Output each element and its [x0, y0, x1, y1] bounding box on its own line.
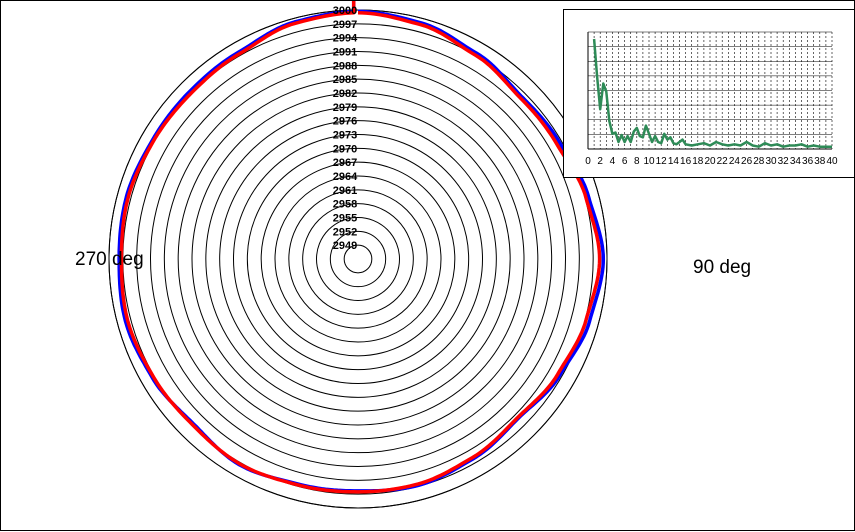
- ring-label-2997: 2997: [333, 19, 357, 31]
- ring-2982: [191, 92, 525, 426]
- radial-tick-labels: 3000 2997 2994 29912988 2985 2982 2979 2976 2973…: [333, 5, 358, 252]
- inset-x-tick-4: 4: [610, 156, 616, 167]
- ring-2991: [150, 51, 566, 467]
- ring-label-2991: 2991: [333, 47, 357, 59]
- ring-2994: [136, 37, 580, 481]
- ring-label-2973: 2973: [333, 130, 357, 142]
- inset-x-tick-32: 32: [778, 156, 790, 167]
- ring-label-2982: 2982: [333, 88, 357, 100]
- ring-label-2976: 2976: [333, 116, 357, 128]
- inset-x-tick-22: 22: [717, 156, 729, 167]
- inset-x-tick-14: 14: [668, 156, 680, 167]
- angle-label-90: 90 deg: [693, 257, 752, 278]
- inset-x-tick-2: 2: [597, 156, 603, 167]
- chart-stage: 3000 2997 2994 2991 2988 2985 2982 2979 2976 2973…: [0, 0, 855, 531]
- ring-2973: [233, 134, 483, 384]
- ring-label-2958: 2958: [333, 199, 357, 211]
- inset-x-tick-labels: 0 2 4 6 8 10 12 14 16 18 20 22 24 26 28 30 32 34 36 38 40: [585, 156, 838, 167]
- ring-2955: [316, 217, 400, 301]
- inset-grid: [587, 31, 833, 150]
- ring-label-2979: 2979: [333, 102, 357, 114]
- ring-2967: [260, 161, 456, 357]
- inset-line-chart: 0 2 4 6 8 10 12 14 16 18 20 22 24 26 28 30 32 34 36 38 40: [585, 31, 838, 167]
- ring-2988: [163, 64, 553, 454]
- ring-label-2955: 2955: [333, 213, 357, 225]
- ring-label-2985: 2985: [333, 74, 357, 86]
- inset-x-tick-36: 36: [802, 156, 814, 167]
- inset-x-tick-24: 24: [729, 156, 741, 167]
- inset-x-tick-30: 30: [765, 156, 777, 167]
- ring-2958: [302, 203, 414, 315]
- inset-x-tick-10: 10: [643, 156, 655, 167]
- inset-x-tick-0: 0: [585, 156, 591, 167]
- ring-label-3000: 3000: [333, 5, 357, 17]
- inset-x-tick-6: 6: [622, 156, 628, 167]
- ring-label-2949: 2949: [333, 240, 357, 252]
- inset-series-1: [592, 38, 832, 148]
- ring-label-2994: 2994: [333, 33, 358, 45]
- inset-x-tick-16: 16: [680, 156, 692, 167]
- ring-label-2970: 2970: [333, 143, 357, 155]
- inset-x-tick-20: 20: [704, 156, 716, 167]
- ring-label-2964: 2964: [333, 171, 358, 183]
- ring-2985: [177, 78, 539, 440]
- angle-label-270: 270 deg: [75, 249, 144, 270]
- ring-label-2988: 2988: [333, 60, 357, 72]
- ring-2970: [246, 147, 470, 371]
- inset-x-tick-18: 18: [692, 156, 704, 167]
- inset-x-tick-8: 8: [634, 156, 640, 167]
- inset-x-tick-26: 26: [741, 156, 753, 167]
- ring-label-2961: 2961: [333, 185, 357, 197]
- inset-x-tick-40: 40: [826, 156, 838, 167]
- ring-2964: [274, 175, 442, 343]
- ring-3000: [108, 9, 608, 509]
- inset-x-tick-28: 28: [753, 156, 765, 167]
- inset-x-tick-12: 12: [656, 156, 668, 167]
- inset-spectrum-chart: 0 2 4 6 8 10 12 14 16 18 20 22 24 26 28 30 32 34 36 38 40: [563, 9, 855, 178]
- ring-2979: [205, 106, 511, 412]
- radial-grid: [108, 9, 608, 509]
- ring-label-2967: 2967: [333, 157, 357, 169]
- polar-series-2: [119, 1, 602, 494]
- ring-2961: [288, 189, 428, 329]
- inset-x-tick-38: 38: [814, 156, 826, 167]
- inset-x-tick-34: 34: [790, 156, 802, 167]
- ring-label-2952: 2952: [333, 226, 357, 238]
- inset-series-group: [592, 38, 832, 148]
- outer-circle: [108, 9, 608, 509]
